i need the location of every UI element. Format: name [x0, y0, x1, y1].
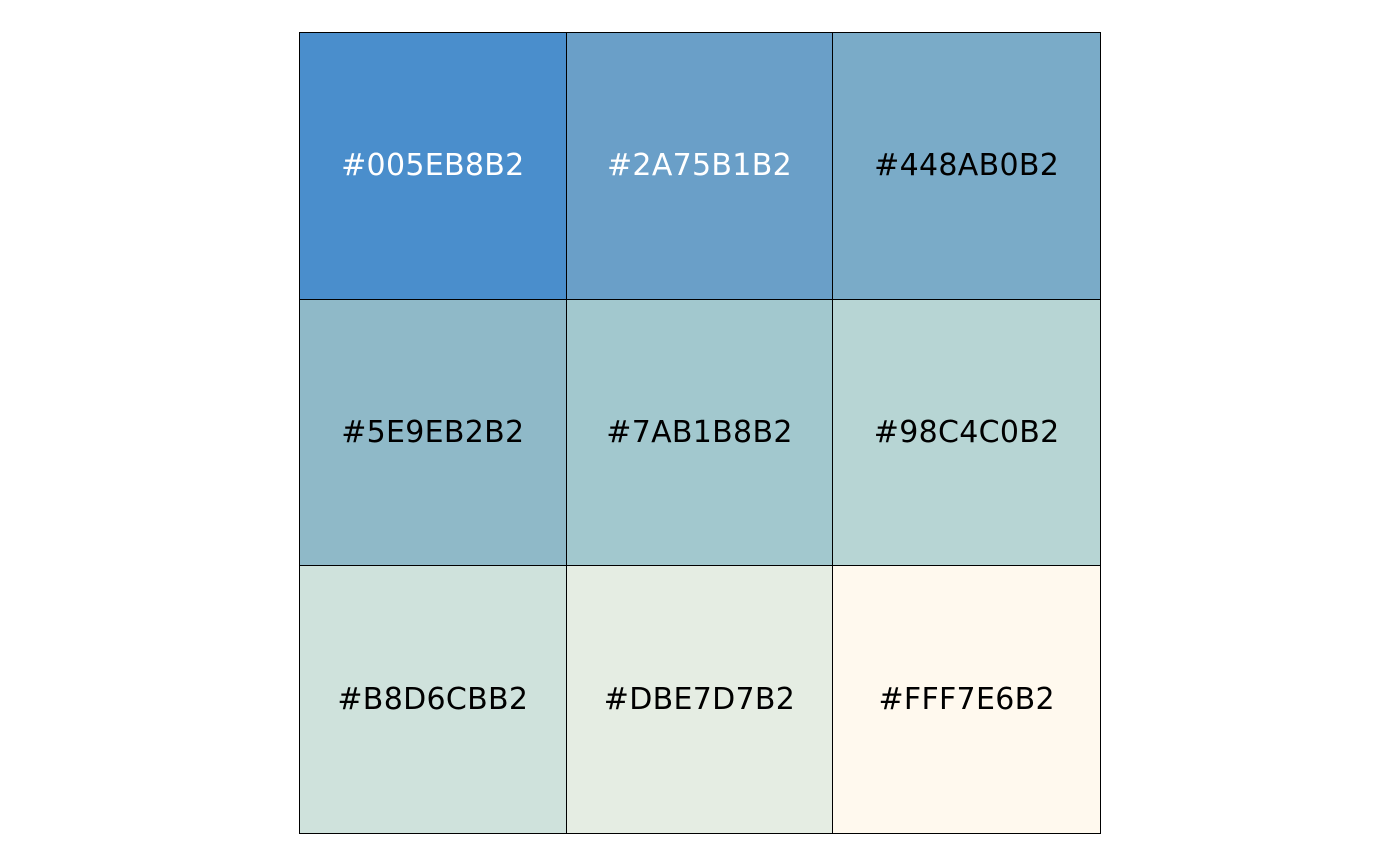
- swatch-8: #DBE7D7B2: [566, 566, 834, 833]
- swatch-6: #98C4C0B2: [833, 299, 1100, 567]
- swatch-label: #7AB1B8B2: [606, 414, 793, 450]
- swatch-2: #2A75B1B2: [566, 33, 834, 300]
- swatch-9: #FFF7E6B2: [833, 566, 1100, 833]
- swatch-3: #448AB0B2: [833, 33, 1100, 300]
- swatch-4: #5E9EB2B2: [300, 299, 567, 567]
- swatch-label: #448AB0B2: [874, 148, 1060, 184]
- swatch-label: #FFF7E6B2: [878, 682, 1055, 718]
- swatch-7: #B8D6CBB2: [300, 566, 567, 833]
- swatch-label: #98C4C0B2: [873, 414, 1060, 450]
- swatch-label: #5E9EB2B2: [341, 414, 525, 450]
- swatch-1: #005EB8B2: [300, 33, 567, 300]
- swatch-label: #005EB8B2: [341, 148, 525, 184]
- swatch-label: #2A75B1B2: [607, 148, 792, 184]
- color-swatch-grid: #005EB8B2 #2A75B1B2 #448AB0B2 #5E9EB2B2 …: [299, 32, 1101, 834]
- swatch-label: #DBE7D7B2: [603, 682, 796, 718]
- swatch-label: #B8D6CBB2: [337, 682, 529, 718]
- swatch-5: #7AB1B8B2: [566, 299, 834, 567]
